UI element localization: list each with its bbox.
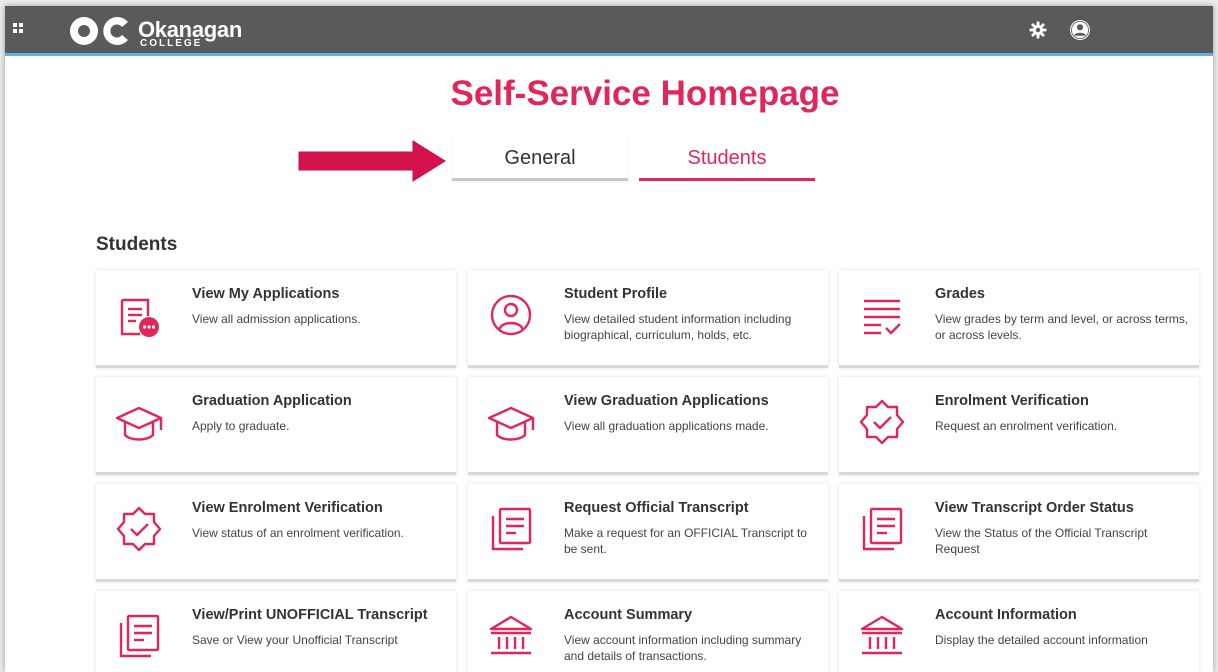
card-student-profile[interactable]: Student Profile View detailed student in… [468, 270, 828, 368]
card-view-my-applications[interactable]: View My Applications View all admission … [96, 270, 456, 368]
card-grades[interactable]: Grades View grades by term and level, or… [839, 270, 1199, 368]
card-account-summary[interactable]: Account Summary View account information… [468, 591, 828, 672]
card-title: Account Summary [564, 607, 693, 623]
card-title: View Transcript Order Status [935, 500, 1134, 516]
card-title: Grades [935, 286, 985, 302]
card-description: Save or View your Unofficial Transcript [192, 633, 398, 647]
verified-badge-icon [859, 399, 905, 445]
card-view-print-unofficial-transcript[interactable]: View/Print UNOFFICIAL Transcript Save or… [96, 591, 456, 672]
okanagan-college-logo[interactable]: Okanagan COLLEGE [68, 14, 242, 49]
oc-logo-mark-icon [70, 17, 128, 46]
card-description: View the Status of the Official Transcri… [935, 526, 1148, 556]
card-description: View account information including summa… [564, 633, 802, 663]
card-view-transcript-order-status[interactable]: View Transcript Order Status View the St… [839, 484, 1199, 582]
red-arrow-annotation-icon [298, 140, 446, 182]
card-view-enrolment-verification[interactable]: View Enrolment Verification View status … [96, 484, 456, 582]
user-avatar-icon[interactable] [1069, 19, 1091, 41]
transcript-document-icon [491, 507, 532, 551]
browser-frame: Okanagan COLLEGE Self-Service Homepage G… [5, 6, 1213, 672]
card-graduation-application[interactable]: Graduation Application Apply to graduate… [96, 377, 456, 475]
card-title: View/Print UNOFFICIAL Transcript [192, 607, 428, 623]
card-description: View all graduation applications made. [564, 419, 769, 433]
card-title: View Graduation Applications [564, 393, 769, 409]
card-title: View My Applications [192, 286, 340, 302]
logo-subtext: COLLEGE [140, 38, 203, 49]
section-heading: Students [96, 234, 178, 255]
graduation-cap-icon [487, 406, 535, 441]
card-description: View status of an enrolment verification… [192, 526, 404, 540]
card-enrolment-verification[interactable]: Enrolment Verification Request an enrolm… [839, 377, 1199, 475]
application-form-icon [120, 298, 159, 337]
transcript-document-icon [862, 507, 903, 551]
card-description: Make a request for an OFFICIAL Transcrip… [564, 526, 807, 556]
card-title: Student Profile [564, 286, 668, 302]
card-description: Apply to graduate. [192, 419, 290, 433]
transcript-document-icon [119, 614, 160, 658]
verified-badge-icon [116, 506, 162, 552]
bank-building-icon [489, 615, 533, 655]
bank-building-icon [860, 615, 904, 655]
card-account-information[interactable]: Account Information Display the detailed… [839, 591, 1199, 672]
card-view-graduation-applications[interactable]: View Graduation Applications View all gr… [468, 377, 828, 475]
card-title: Request Official Transcript [564, 500, 749, 516]
card-title: Graduation Application [192, 393, 352, 409]
card-description: View all admission applications. [192, 312, 361, 326]
graduation-cap-icon [115, 406, 163, 441]
user-profile-icon [490, 294, 532, 336]
page-title: Self-Service Homepage [450, 74, 840, 113]
app-grid-menu-icon[interactable] [13, 23, 25, 35]
gear-icon[interactable] [1029, 21, 1047, 39]
grades-list-icon [864, 299, 901, 335]
card-description: Display the detailed account information [935, 633, 1148, 647]
card-title: View Enrolment Verification [192, 500, 383, 516]
card-description: View grades by term and level, or across… [935, 312, 1189, 342]
top-navigation-bar: Okanagan COLLEGE [5, 6, 1213, 56]
card-description: Request an enrolment verification. [935, 419, 1118, 433]
card-request-official-transcript[interactable]: Request Official Transcript Make a reque… [468, 484, 828, 582]
card-title: Account Information [935, 607, 1077, 623]
tab-general[interactable]: General [452, 138, 628, 181]
card-title: Enrolment Verification [935, 393, 1089, 409]
card-description: View detailed student information includ… [564, 312, 792, 342]
tab-students[interactable]: Students [639, 138, 815, 181]
